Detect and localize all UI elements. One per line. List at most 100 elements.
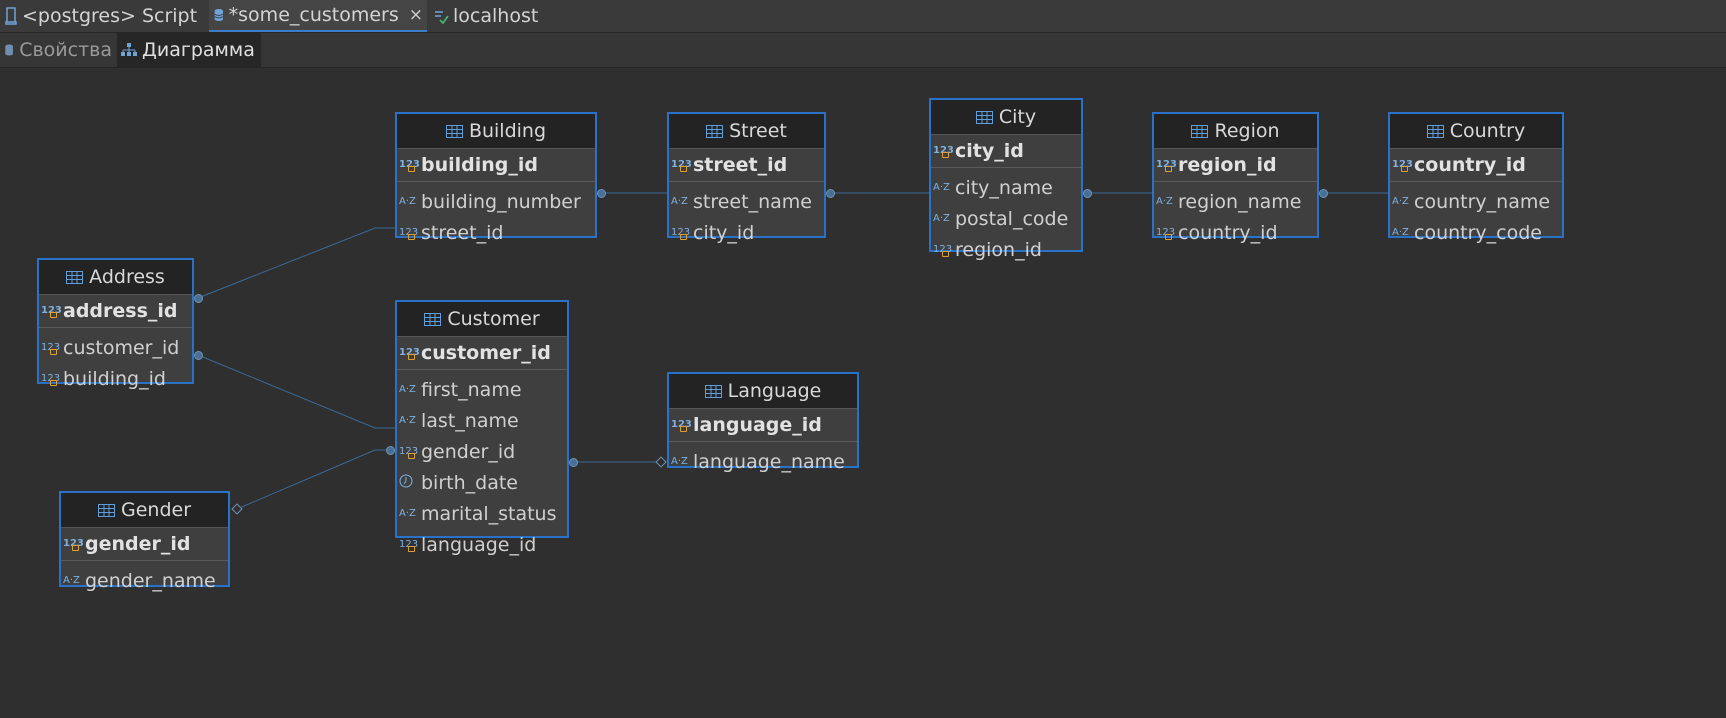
primary-key[interactable]: 123 customer_id (397, 337, 567, 370)
column[interactable]: 123 city_id (669, 217, 824, 248)
column[interactable]: 123 language_id (397, 529, 567, 560)
column-name: address_id (63, 300, 178, 322)
entity-street[interactable]: Street 123 street_id A·Z street_name 123 ci… (667, 112, 826, 244)
column[interactable]: A·Z postal_code (931, 203, 1081, 234)
primary-key[interactable]: 123 region_id (1154, 149, 1317, 182)
entity-customer[interactable]: Customer 123 customer_id A·Z first_name A·… (395, 300, 569, 556)
primary-key[interactable]: 123 language_id (669, 409, 857, 442)
link-gender-customer (236, 449, 390, 510)
number-key-icon: 123 (1392, 159, 1413, 172)
column[interactable]: A·Z marital_status (397, 498, 567, 529)
column[interactable]: A·Z country_code (1390, 217, 1562, 248)
table-icon (704, 384, 722, 398)
number-key-icon: 123 (399, 538, 419, 552)
number-key-icon: 123 (933, 243, 953, 257)
entity-gender[interactable]: Gender 123 gender_id A·Z gender_name (59, 491, 230, 592)
table-icon (975, 110, 993, 124)
column-name: last_name (421, 409, 519, 432)
text-icon: A·Z (1392, 195, 1409, 207)
primary-key[interactable]: 123 country_id (1390, 149, 1562, 182)
column[interactable]: 123 region_id (931, 234, 1081, 265)
column-name: language_id (421, 533, 537, 556)
column[interactable]: 123 country_id (1154, 217, 1317, 248)
connector-dot (386, 446, 395, 455)
column-name: street_name (693, 190, 812, 213)
link-address-building (197, 227, 396, 299)
connector-dot (597, 189, 606, 198)
column[interactable]: A·Z last_name (397, 405, 567, 436)
column[interactable]: A·Z language_name (669, 446, 857, 477)
number-key-icon: 123 (1156, 159, 1177, 172)
column[interactable]: A·Z building_number (397, 186, 595, 217)
entity-name: Region (1214, 120, 1280, 142)
column-name: first_name (421, 378, 522, 401)
table-icon (66, 270, 84, 284)
number-key-icon: 123 (1156, 226, 1176, 240)
primary-key[interactable]: 123 gender_id (61, 528, 228, 561)
column[interactable]: 123 gender_id (397, 436, 567, 467)
entity-region[interactable]: Region 123 region_id A·Z region_name 123 co… (1152, 112, 1319, 244)
connector-dot (194, 351, 203, 360)
tab-localhost[interactable]: localhost (429, 0, 549, 32)
tab-postgres-script[interactable]: <postgres> Script (0, 0, 206, 32)
column[interactable]: A·Z region_name (1154, 186, 1317, 217)
primary-key[interactable]: 123 street_id (669, 149, 824, 182)
text-icon: A·Z (1156, 195, 1173, 207)
text-icon: A·Z (671, 195, 688, 207)
diagram-canvas[interactable]: Building 123 building_id A·Z building_numb… (0, 68, 1726, 718)
entity-header: Address (39, 260, 192, 295)
table-icon (1426, 124, 1444, 138)
column-name: country_id (1414, 154, 1526, 176)
tab-some-customers[interactable]: *some_customers × (209, 0, 427, 32)
entity-country[interactable]: Country 123 country_id A·Z country_name A·… (1388, 112, 1564, 244)
entity-header: Region (1154, 114, 1317, 149)
entity-name: Street (729, 120, 787, 142)
number-key-icon: 123 (41, 341, 61, 355)
column[interactable]: A·Z first_name (397, 374, 567, 405)
column-name: building_number (421, 190, 581, 213)
column-name: city_id (693, 221, 755, 244)
column-name: language_id (693, 414, 822, 436)
number-key-icon: 123 (399, 347, 420, 360)
editor-tab-bar: <postgres> Script *some_customers × loca… (0, 0, 1726, 33)
number-key-icon: 123 (399, 445, 419, 459)
entity-address[interactable]: Address 123 address_id 123 customer_id 123… (37, 258, 194, 390)
number-key-icon: 123 (41, 372, 61, 386)
entity-building[interactable]: Building 123 building_id A·Z building_numb… (395, 112, 597, 244)
column-name: country_id (1178, 221, 1278, 244)
script-icon (5, 7, 17, 25)
entity-name: Language (727, 380, 822, 402)
column-name: region_id (1178, 154, 1277, 176)
entity-city[interactable]: City 123 city_id A·Z city_name A·Z postal_c… (929, 98, 1083, 261)
column[interactable]: A·Z gender_name (61, 565, 228, 596)
column[interactable]: A·Z street_name (669, 186, 824, 217)
column[interactable]: A·Z city_name (931, 172, 1081, 203)
column[interactable]: A·Z country_name (1390, 186, 1562, 217)
column[interactable]: 123 building_id (39, 363, 192, 394)
text-icon: A·Z (399, 195, 416, 207)
entity-name: City (998, 106, 1037, 128)
text-icon: A·Z (399, 383, 416, 395)
primary-key[interactable]: 123 city_id (931, 135, 1081, 168)
column-name: building_id (421, 154, 539, 176)
tab-diagram[interactable]: Диаграмма (117, 33, 261, 67)
connector-dot (1083, 189, 1092, 198)
number-key-icon: 123 (671, 159, 692, 172)
column[interactable]: 123 customer_id (39, 332, 192, 363)
close-icon[interactable]: × (409, 5, 423, 25)
column[interactable]: 123 street_id (397, 217, 595, 248)
column-name: gender_id (421, 440, 516, 463)
tab-properties[interactable]: Свойства (0, 33, 116, 67)
primary-key[interactable]: 123 address_id (39, 295, 192, 328)
entity-language[interactable]: Language 123 language_id A·Z language_name (667, 372, 859, 473)
number-key-icon: 123 (399, 226, 419, 240)
entity-header: City (931, 100, 1081, 135)
column-name: country_code (1414, 221, 1542, 244)
entity-header: Language (669, 374, 857, 409)
primary-key[interactable]: 123 building_id (397, 149, 595, 182)
number-key-icon: 123 (399, 159, 420, 172)
column-name: street_id (421, 221, 504, 244)
column-name: birth_date (421, 471, 518, 494)
column[interactable]: birth_date (397, 467, 567, 498)
tab-label: *some_customers (228, 4, 399, 26)
